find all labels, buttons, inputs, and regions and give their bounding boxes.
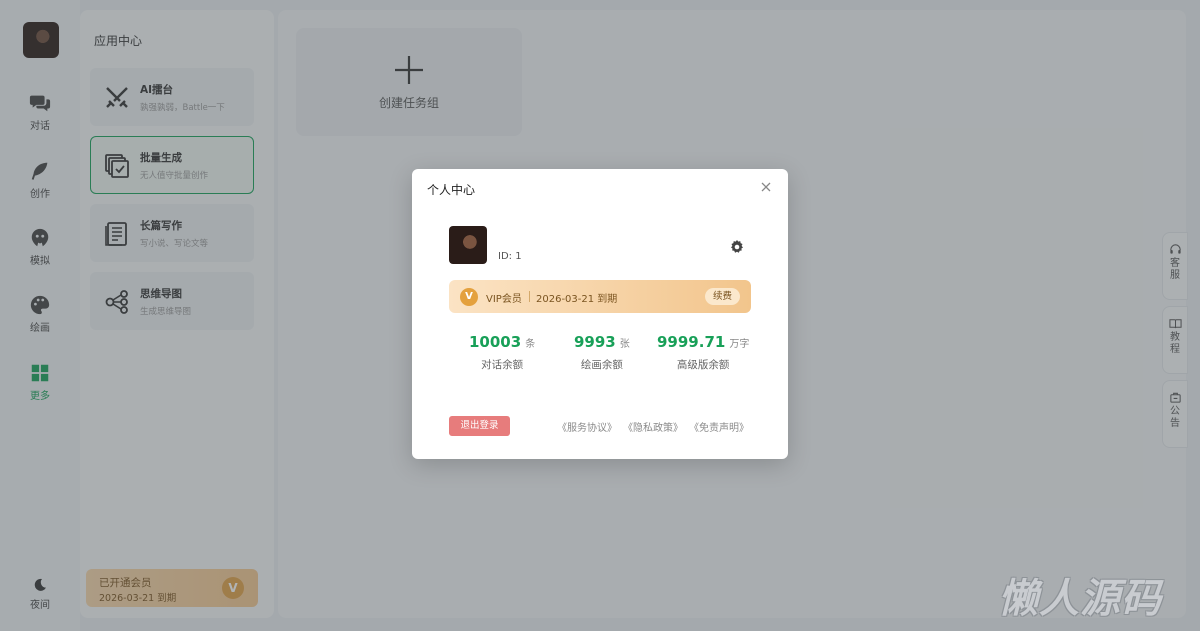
- stat-unit: 张: [619, 339, 630, 350]
- stat-chat-balance: 10003 条 对话余额: [469, 332, 535, 372]
- modal-title: 个人中心: [427, 183, 476, 197]
- stat-value: 9999.71: [657, 333, 726, 351]
- vip-label: VIP会员: [486, 294, 522, 305]
- personal-center-modal: 个人中心 ID: 1 V VIP会员 2026-03-21 到期 续费 1000…: [412, 169, 788, 459]
- stat-value: 10003: [469, 333, 522, 351]
- disclaimer-link[interactable]: 《免责声明》: [689, 419, 749, 434]
- close-icon[interactable]: [758, 179, 774, 195]
- stat-caption: 绘画余额: [580, 359, 623, 371]
- gear-icon[interactable]: [729, 239, 745, 255]
- service-agreement-link[interactable]: 《服务协议》: [557, 419, 617, 434]
- privacy-policy-link[interactable]: 《隐私政策》: [623, 419, 683, 434]
- vip-badge-icon: V: [460, 288, 478, 306]
- stat-caption: 对话余额: [481, 359, 524, 371]
- user-id: ID: 1: [498, 251, 522, 262]
- profile-avatar: [449, 226, 487, 264]
- stat-unit: 万字: [729, 339, 750, 350]
- vip-membership-bar: V VIP会员 2026-03-21 到期 续费: [449, 280, 751, 313]
- stat-caption: 高级版余额: [676, 359, 730, 371]
- renew-button[interactable]: 续费: [704, 288, 740, 305]
- logout-button[interactable]: 退出登录: [449, 416, 510, 436]
- stat-draw-balance: 9993 张 绘画余额: [574, 332, 630, 372]
- watermark: 懒人源码: [998, 576, 1162, 622]
- stat-premium-balance: 9999.71 万字 高级版余额: [657, 332, 749, 372]
- vip-expiry: 2026-03-21 到期: [536, 294, 618, 305]
- stat-unit: 条: [525, 339, 536, 350]
- stat-value: 9993: [574, 333, 616, 351]
- divider: [529, 291, 530, 302]
